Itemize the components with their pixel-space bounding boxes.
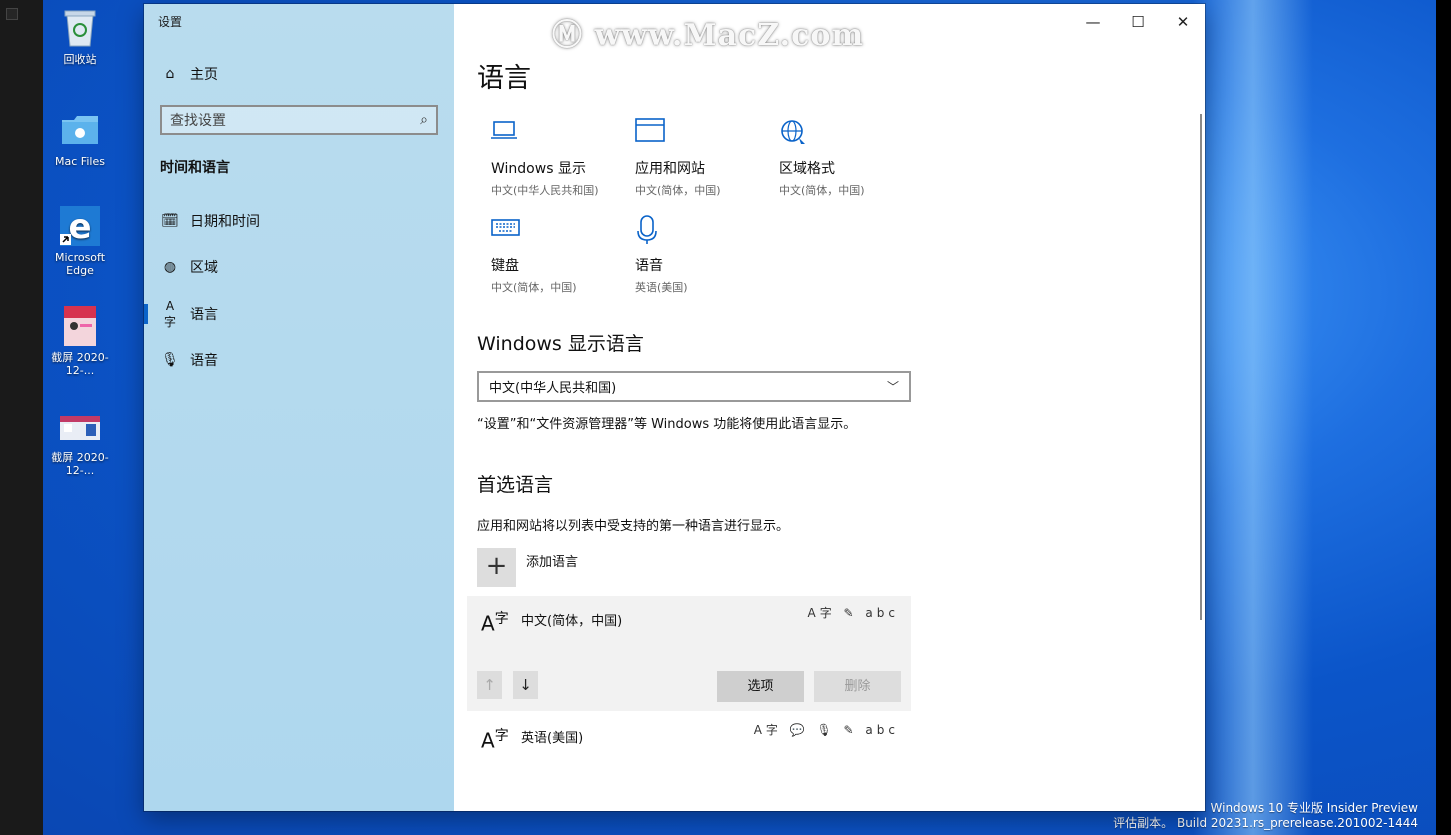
close-button[interactable]: ✕ xyxy=(1168,10,1198,34)
tile-name: 键盘 xyxy=(491,258,519,274)
recycle-bin-icon xyxy=(58,6,102,50)
tile-name: 语音 xyxy=(635,258,663,274)
monitor-icon xyxy=(491,118,631,154)
display-language-select[interactable]: 中文(中华人民共和国) ﹀ xyxy=(477,371,911,402)
keyboard-icon xyxy=(491,215,631,251)
sidebar-item-label: 区域 xyxy=(190,260,218,276)
search-input[interactable]: 查找设置 ⌕ xyxy=(160,105,438,135)
add-language-button[interactable]: + 添加语言 xyxy=(477,548,578,587)
display-language-value: 中文(中华人民共和国) xyxy=(489,381,617,396)
language-item-en-us[interactable]: A字 英语(美国) A字 💬 🎙 ✎ abc xyxy=(467,713,911,768)
settings-window: 设置 ⌂ 主页 查找设置 ⌕ 时间和语言 🗓 日期和时间 ◍ 区域 A字 语言 … xyxy=(144,4,1205,811)
watermark-text: Ⓜ www.MacZ.com xyxy=(552,18,865,53)
move-down-button[interactable]: ↓ xyxy=(513,671,538,699)
mac-folder-icon xyxy=(58,108,102,152)
chevron-down-icon: ﹀ xyxy=(886,380,899,394)
sidebar-item-label: 语言 xyxy=(190,307,218,323)
tile-keyboard[interactable]: 键盘 中文(简体，中国) xyxy=(491,215,631,295)
display-language-description: “设置”和“文件资源管理器”等 Windows 功能将使用此语言显示。 xyxy=(477,417,857,432)
language-features-icons: A字 💬 🎙 ✎ abc xyxy=(753,723,899,737)
preferred-languages-description: 应用和网站将以列表中受支持的第一种语言进行显示。 xyxy=(477,519,790,534)
language-features-icons: A字 ✎ abc xyxy=(807,606,899,620)
left-edge-strip xyxy=(0,0,43,835)
window-thumbnail-icon xyxy=(6,8,18,20)
tile-name: 区域格式 xyxy=(779,161,835,177)
plus-icon: + xyxy=(477,548,516,587)
sidebar-item-label: 日期和时间 xyxy=(190,214,260,230)
tile-sub: 中文(中华人民共和国) xyxy=(491,184,599,197)
sidebar-item-language[interactable]: A字 语言 xyxy=(144,296,454,332)
tile-sub: 中文(简体，中国) xyxy=(779,184,865,197)
microphone-icon xyxy=(635,215,775,251)
home-icon: ⌂ xyxy=(165,66,175,82)
calendar-clock-icon: 🗓 xyxy=(161,213,179,229)
nav-section-title: 时间和语言 xyxy=(160,160,230,176)
preferred-languages-heading: 首选语言 xyxy=(477,474,554,496)
desktop-icon-edge[interactable]: e Microsoft Edge xyxy=(43,204,118,277)
desktop-icon-recycle-bin[interactable]: 回收站 xyxy=(43,6,118,66)
language-name: 英语(美国) xyxy=(521,731,584,746)
language-icon: A字 xyxy=(163,298,176,329)
tile-windows-display[interactable]: Windows 显示 中文(中华人民共和国) xyxy=(491,118,631,198)
sidebar-item-region[interactable]: ◍ 区域 xyxy=(144,249,454,285)
desktop-icon-screenshot-1[interactable]: 截屏 2020-12-... xyxy=(43,304,118,377)
app-title: 设置 xyxy=(158,15,183,29)
tile-sub: 中文(简体，中国) xyxy=(635,184,721,197)
scrollbar[interactable] xyxy=(1200,114,1202,620)
screenshot-thumbnail xyxy=(58,404,102,448)
tile-name: 应用和网站 xyxy=(635,161,705,177)
microphone-icon: 🎙 xyxy=(161,352,179,368)
search-placeholder: 查找设置 xyxy=(170,113,226,129)
globe-icon: ◍ xyxy=(163,259,177,275)
settings-nav-pane: 设置 ⌂ 主页 查找设置 ⌕ 时间和语言 🗓 日期和时间 ◍ 区域 A字 语言 … xyxy=(144,4,454,811)
display-language-heading: Windows 显示语言 xyxy=(477,333,644,355)
tile-sub: 英语(美国) xyxy=(635,281,688,294)
edge-icon: e xyxy=(58,204,102,248)
browser-window-icon xyxy=(635,118,775,154)
language-glyph-icon: A字 xyxy=(481,728,509,753)
nav-home-label: 主页 xyxy=(190,67,218,83)
add-language-label: 添加语言 xyxy=(526,555,579,570)
language-item-zh-cn[interactable]: A字 中文(简体，中国) A字 ✎ abc ↑ ↓ 选项 删除 xyxy=(467,596,911,711)
move-up-button[interactable]: ↑ xyxy=(477,671,502,699)
tile-name: Windows 显示 xyxy=(491,161,586,177)
language-glyph-icon: A字 xyxy=(481,611,509,636)
svg-text:e: e xyxy=(68,207,91,247)
tile-speech[interactable]: 语音 英语(美国) xyxy=(635,215,775,295)
minimize-button[interactable]: — xyxy=(1078,10,1108,34)
sidebar-item-speech[interactable]: 🎙 语音 xyxy=(144,342,454,378)
sidebar-item-label: 语音 xyxy=(190,353,218,369)
desktop-icon-mac-files[interactable]: Mac Files xyxy=(43,108,118,168)
page-title: 语言 xyxy=(477,63,531,94)
desktop-icon-screenshot-2[interactable]: 截屏 2020-12-... xyxy=(43,404,118,477)
settings-content: Ⓜ www.MacZ.com — ☐ ✕ 语言 Windows 显示 中文(中华… xyxy=(454,4,1205,811)
search-icon: ⌕ xyxy=(420,112,428,128)
nav-home[interactable]: ⌂ 主页 xyxy=(144,56,454,92)
tile-region-format[interactable]: 区域格式 中文(简体，中国) xyxy=(779,118,919,198)
sidebar-item-date-time[interactable]: 🗓 日期和时间 xyxy=(144,203,454,239)
tile-apps-websites[interactable]: 应用和网站 中文(简体，中国) xyxy=(635,118,775,198)
tile-sub: 中文(简体，中国) xyxy=(491,281,577,294)
maximize-button[interactable]: ☐ xyxy=(1123,10,1153,34)
language-name: 中文(简体，中国) xyxy=(521,614,623,629)
wallpaper-light-beam xyxy=(1193,0,1313,835)
screenshot-thumbnail xyxy=(58,304,102,348)
remove-button[interactable]: 删除 xyxy=(814,671,901,702)
options-button[interactable]: 选项 xyxy=(717,671,804,702)
region-globe-icon xyxy=(779,118,919,154)
